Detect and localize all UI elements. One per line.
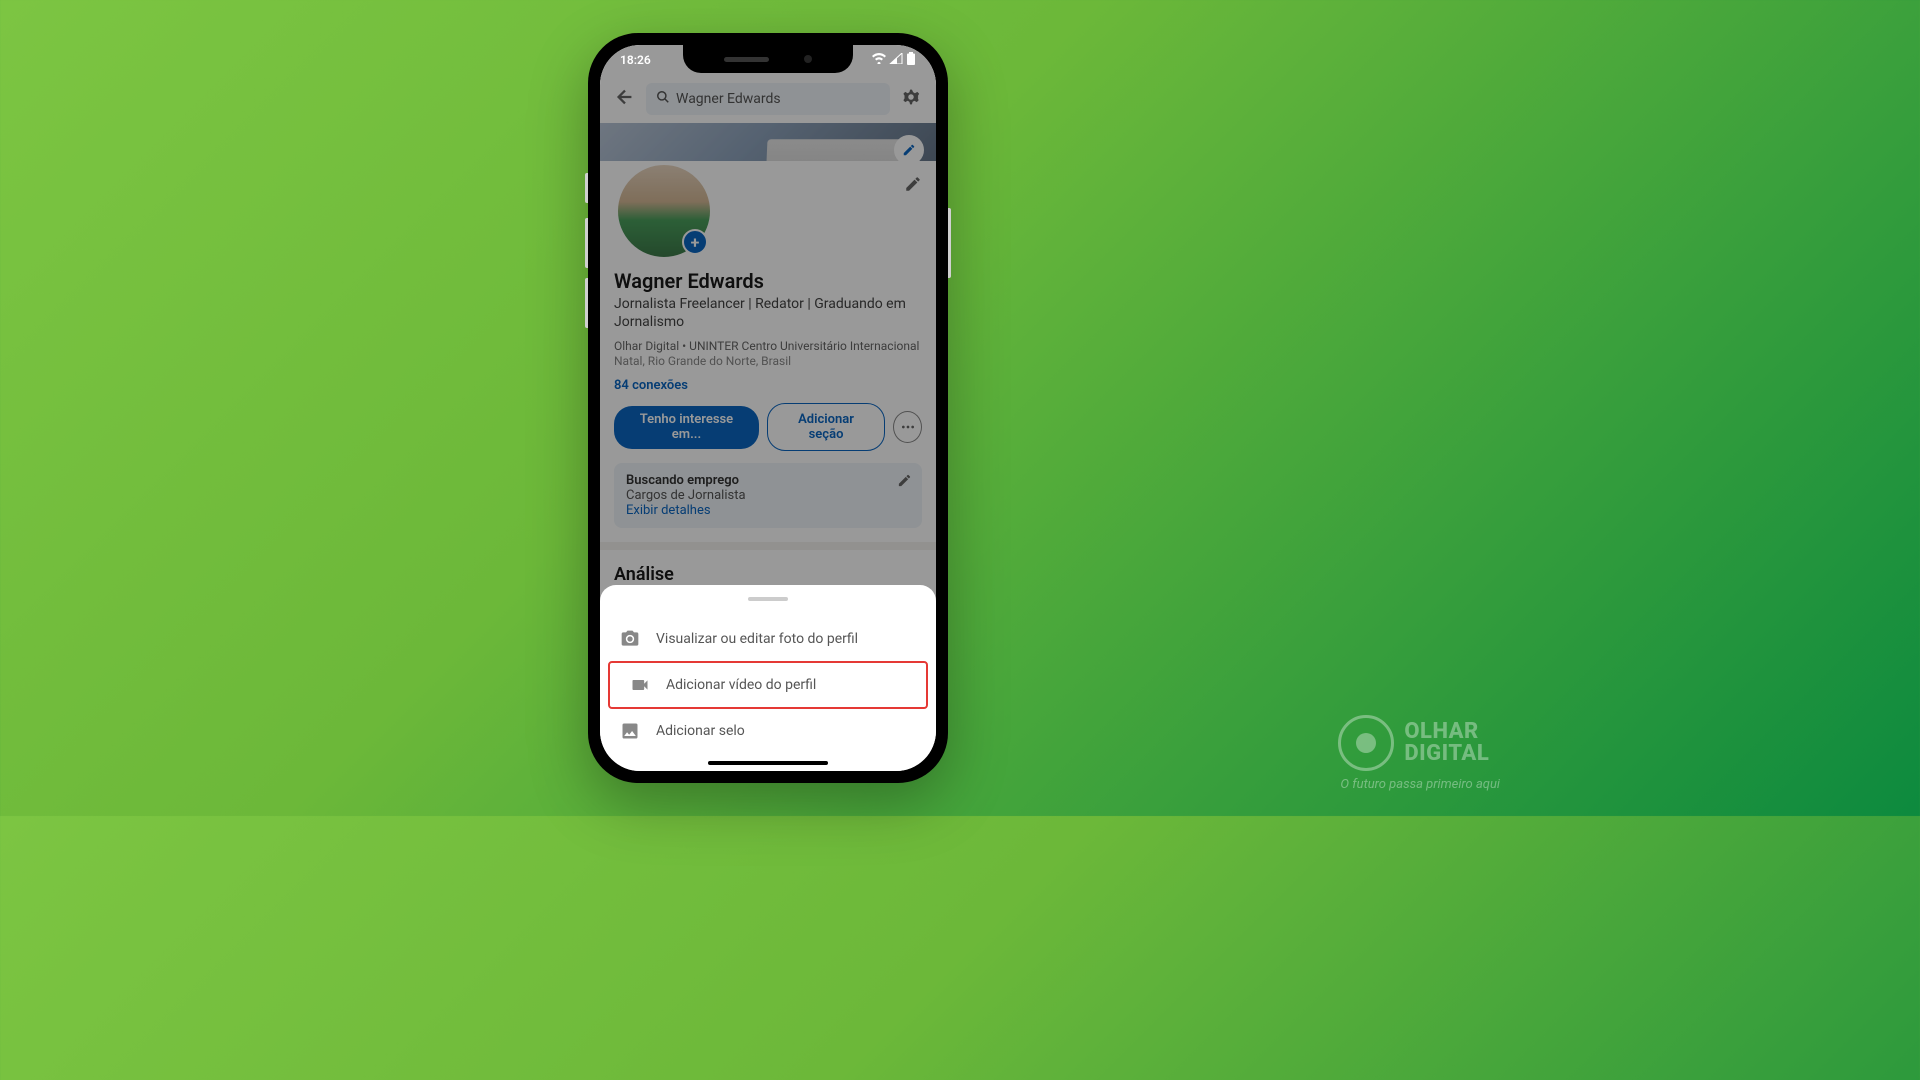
sheet-item-label: Visualizar ou editar foto do perfil bbox=[656, 631, 858, 647]
watermark-tagline: O futuro passa primeiro aqui bbox=[1340, 777, 1500, 792]
wifi-icon bbox=[872, 53, 886, 67]
phone-frame: 18:26 bbox=[588, 33, 948, 783]
speaker-grille bbox=[724, 57, 769, 62]
sheet-view-edit-photo[interactable]: Visualizar ou editar foto do perfil bbox=[600, 617, 936, 661]
phone-volume-up bbox=[585, 218, 588, 268]
watermark-brand-line2: DIGITAL bbox=[1404, 743, 1489, 765]
video-icon bbox=[630, 675, 650, 695]
status-time: 18:26 bbox=[620, 53, 651, 67]
watermark: OLHAR DIGITAL O futuro passa primeiro aq… bbox=[1338, 715, 1500, 792]
phone-power-button bbox=[948, 208, 951, 278]
signal-icon bbox=[889, 53, 903, 67]
home-indicator[interactable] bbox=[708, 761, 828, 765]
image-icon bbox=[620, 721, 640, 741]
sheet-add-frame[interactable]: Adicionar selo bbox=[600, 709, 936, 753]
battery-icon bbox=[906, 52, 916, 68]
sheet-add-video[interactable]: Adicionar vídeo do perfil bbox=[608, 661, 928, 709]
camera-icon bbox=[620, 629, 640, 649]
bottom-sheet: Visualizar ou editar foto do perfil Adic… bbox=[600, 585, 936, 771]
sheet-item-label: Adicionar vídeo do perfil bbox=[666, 677, 816, 693]
phone-notch bbox=[683, 45, 853, 73]
watermark-brand-line1: OLHAR bbox=[1404, 721, 1489, 743]
phone-volume-down bbox=[585, 278, 588, 328]
sheet-item-label: Adicionar selo bbox=[656, 723, 745, 739]
watermark-logo-icon bbox=[1338, 715, 1394, 771]
phone-side-button bbox=[585, 173, 588, 203]
front-camera bbox=[804, 55, 812, 63]
phone-screen: 18:26 bbox=[600, 45, 936, 771]
sheet-drag-handle[interactable] bbox=[748, 597, 788, 601]
